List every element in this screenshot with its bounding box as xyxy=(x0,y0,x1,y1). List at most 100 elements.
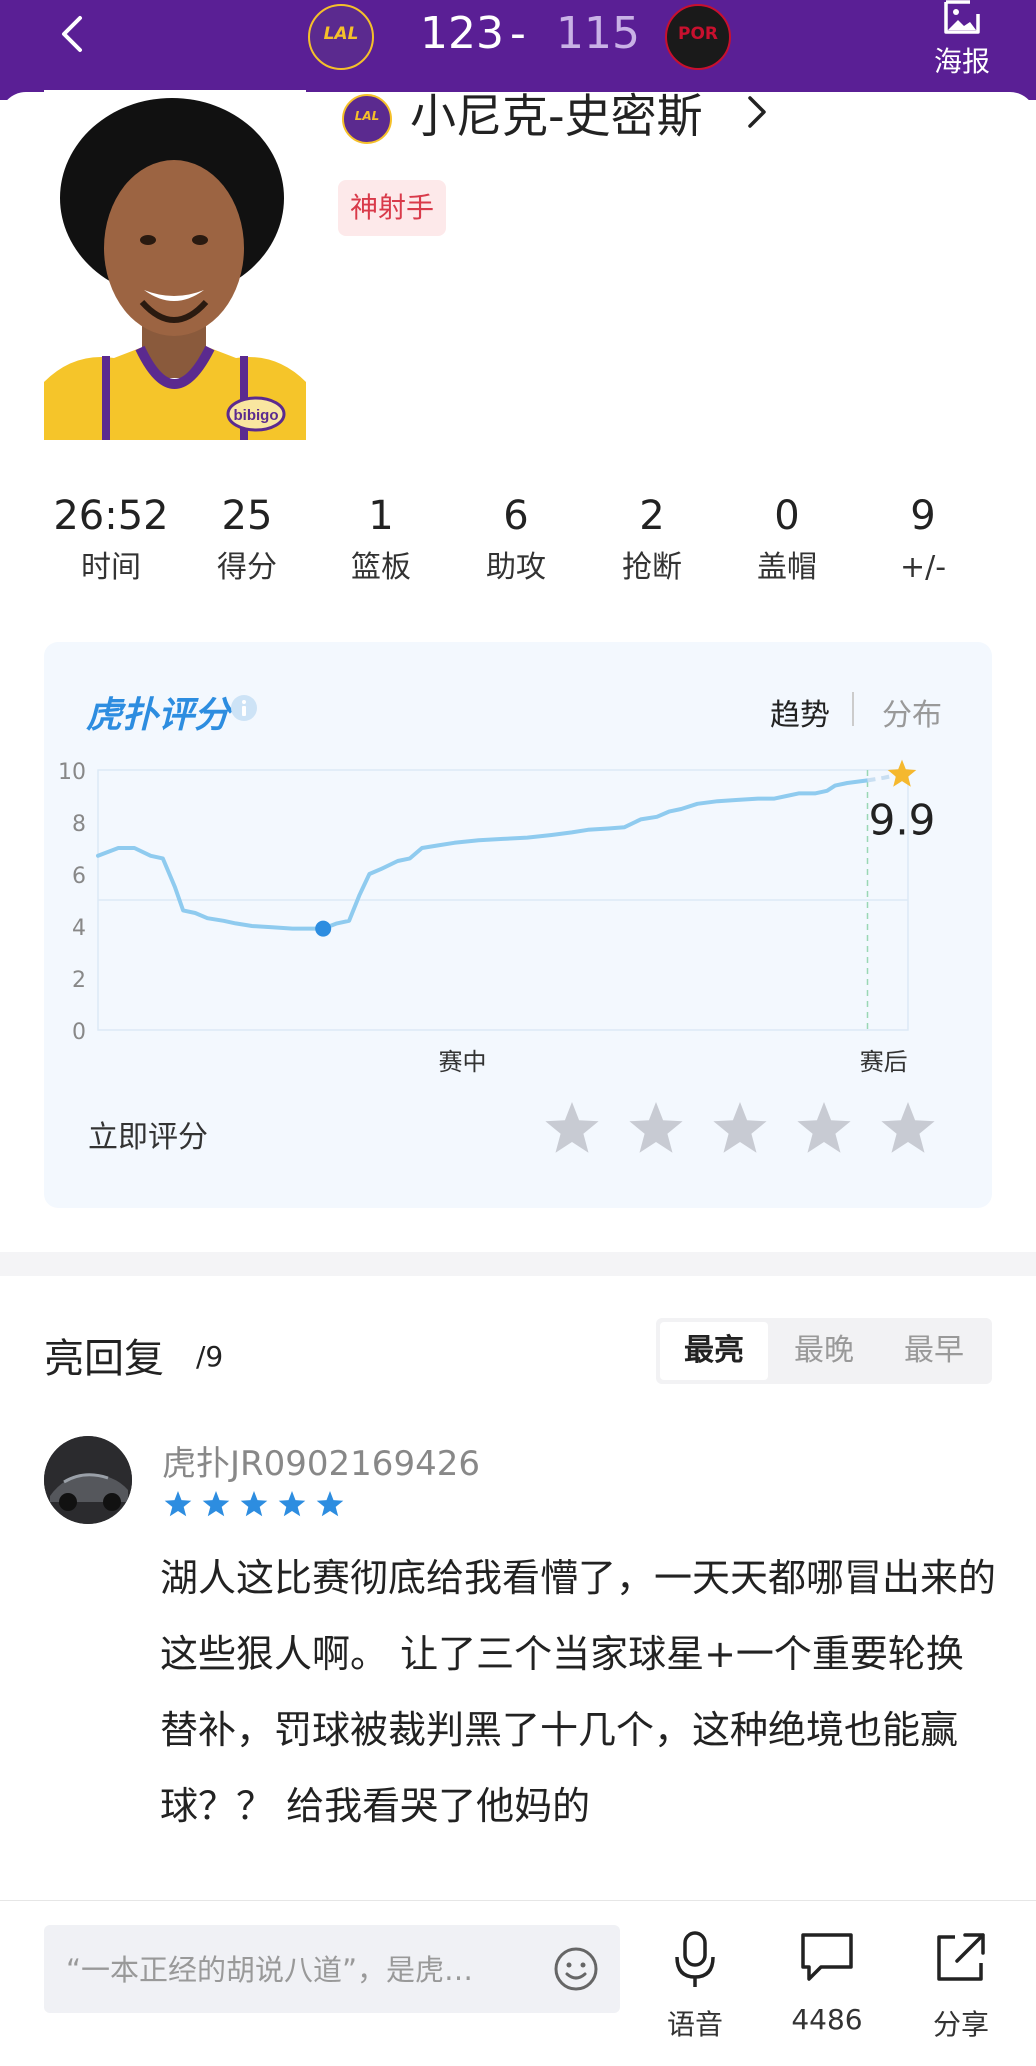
star-icon xyxy=(629,1102,683,1153)
info-icon[interactable] xyxy=(230,694,258,722)
rate-star-2[interactable] xyxy=(626,1098,686,1158)
share-icon xyxy=(937,1933,985,1981)
y-tick-label: 0 xyxy=(72,1020,86,1045)
sort-tab-earliest[interactable]: 最早 xyxy=(880,1322,988,1380)
back-button[interactable] xyxy=(52,12,96,56)
star-icon xyxy=(881,1102,935,1153)
sort-tab-latest[interactable]: 最晚 xyxy=(770,1322,878,1380)
star-icon xyxy=(713,1102,767,1153)
y-tick-label: 6 xyxy=(72,864,86,889)
x-tick-label: 赛中 xyxy=(439,1048,487,1076)
chevron-right-icon[interactable] xyxy=(742,92,772,132)
stat-row: 26:52 时间 25 得分 1 篮板 6 助攻 2 抢断 0 盖帽 9 +/- xyxy=(40,488,1000,598)
microphone-icon xyxy=(675,1931,715,1987)
rate-star-1[interactable] xyxy=(542,1098,602,1158)
stat-value: 26:52 xyxy=(53,493,169,539)
away-team-logo[interactable]: POR xyxy=(665,4,731,70)
stat-value: 2 xyxy=(639,493,665,539)
rating-series-line xyxy=(96,778,870,931)
stat-label: 时间 xyxy=(81,550,141,585)
stat-blocks: 0 盖帽 xyxy=(722,488,852,592)
rate-star-5[interactable] xyxy=(878,1098,938,1158)
user-star-icon xyxy=(316,1491,344,1517)
comment-count: 4486 xyxy=(791,2003,863,2036)
star-icon xyxy=(545,1102,599,1153)
poster-label: 海报 xyxy=(933,45,990,78)
image-icon xyxy=(944,0,980,34)
emoji-icon[interactable] xyxy=(552,1945,600,1993)
user-star-icon xyxy=(164,1491,192,1517)
score-separator: - xyxy=(510,8,526,59)
final-rating-value: 9.9 xyxy=(869,796,936,845)
stat-label: 助攻 xyxy=(486,550,546,585)
rate-star-4[interactable] xyxy=(794,1098,854,1158)
user-rating-stars xyxy=(164,1491,344,1517)
rate-star-3[interactable] xyxy=(710,1098,770,1158)
rating-panel: 虎扑评分® 趋势 分布 10 8 6 4 2 0 赛中 赛后 9.9 立即评分 xyxy=(44,642,992,1208)
rate-stars xyxy=(542,1098,942,1164)
poster-button[interactable]: 海报 xyxy=(926,0,998,78)
rating-brand: 虎扑评分® xyxy=(86,686,246,738)
comment-input-box[interactable] xyxy=(44,1925,620,2013)
jersey-sponsor-text: bibigo xyxy=(234,407,279,424)
sort-tabs: 最亮 最晚 最早 xyxy=(656,1318,992,1384)
stat-value: 6 xyxy=(503,493,529,539)
bottom-bar: 语音 4486 分享 xyxy=(0,1900,1036,2066)
stat-points: 25 得分 xyxy=(182,488,312,592)
avatar[interactable] xyxy=(44,1436,132,1524)
x-tick-label: 赛后 xyxy=(860,1048,908,1076)
final-star-icon xyxy=(887,759,917,787)
back-arrow-icon xyxy=(62,16,82,52)
player-portrait: bibigo xyxy=(44,90,306,440)
stat-steals: 2 抢断 xyxy=(587,488,717,592)
stat-label: 抢断 xyxy=(622,550,682,585)
away-team-abbr: POR xyxy=(677,24,718,44)
rating-trend-chart: 10 8 6 4 2 0 赛中 赛后 9.9 xyxy=(58,759,936,1076)
user-star-icon xyxy=(278,1491,306,1517)
user-star-icon xyxy=(202,1491,230,1517)
player-name[interactable]: 小尼克-史密斯 xyxy=(410,80,703,146)
star-icon xyxy=(797,1102,851,1153)
y-tick-label: 8 xyxy=(72,812,86,837)
stat-value: 0 xyxy=(774,493,800,539)
section-divider xyxy=(0,1252,1036,1276)
tab-divider xyxy=(852,692,854,726)
replies-count: /9 xyxy=(196,1340,224,1373)
player-photo[interactable]: bibigo xyxy=(44,90,306,440)
player-tag-badge[interactable]: 神射手 xyxy=(338,180,447,236)
stat-plus-minus: 9 +/- xyxy=(858,488,988,592)
home-team-logo[interactable]: LAL xyxy=(308,4,374,70)
stat-minutes: 26:52 时间 xyxy=(46,488,176,592)
y-tick-label: 10 xyxy=(58,760,86,785)
away-score: 115 xyxy=(556,8,640,59)
stat-label: +/- xyxy=(899,550,947,585)
avatar-car-image xyxy=(44,1436,132,1524)
share-label: 分享 xyxy=(932,2008,989,2041)
sort-tab-brightest[interactable]: 最亮 xyxy=(660,1322,768,1380)
stat-label: 篮板 xyxy=(351,550,411,585)
player-team-abbr: LAL xyxy=(354,109,380,123)
stat-assists: 6 助攻 xyxy=(451,488,581,592)
rating-brand-text: 虎扑评分 xyxy=(86,695,231,736)
player-team-logo: LAL xyxy=(342,94,392,144)
y-tick-label: 4 xyxy=(72,916,86,941)
tab-distribution[interactable]: 分布 xyxy=(882,690,942,734)
stat-rebounds: 1 篮板 xyxy=(316,488,446,592)
stat-value: 9 xyxy=(910,493,936,539)
reply-text[interactable]: 湖人这比赛彻底给我看懵了，一天天都哪冒出来的这些狠人啊。 让了三个当家球星+一个… xyxy=(160,1540,1000,1844)
home-team-abbr: LAL xyxy=(323,24,359,44)
tab-trend[interactable]: 趋势 xyxy=(770,690,830,734)
stat-label: 盖帽 xyxy=(757,550,817,585)
rate-now-label: 立即评分 xyxy=(88,1120,208,1155)
reply-username[interactable]: 虎扑JR0902169426 xyxy=(162,1436,480,1485)
stat-label: 得分 xyxy=(217,550,277,585)
replies-title: 亮回复 xyxy=(44,1336,164,1382)
voice-label: 语音 xyxy=(666,2008,723,2041)
stat-value: 1 xyxy=(368,493,394,539)
y-tick-label: 2 xyxy=(72,968,86,993)
stat-value: 25 xyxy=(221,493,273,539)
comment-input[interactable] xyxy=(64,1947,548,1993)
comment-icon xyxy=(801,1933,853,1981)
user-star-icon xyxy=(240,1491,268,1517)
home-score: 123 xyxy=(420,8,504,59)
